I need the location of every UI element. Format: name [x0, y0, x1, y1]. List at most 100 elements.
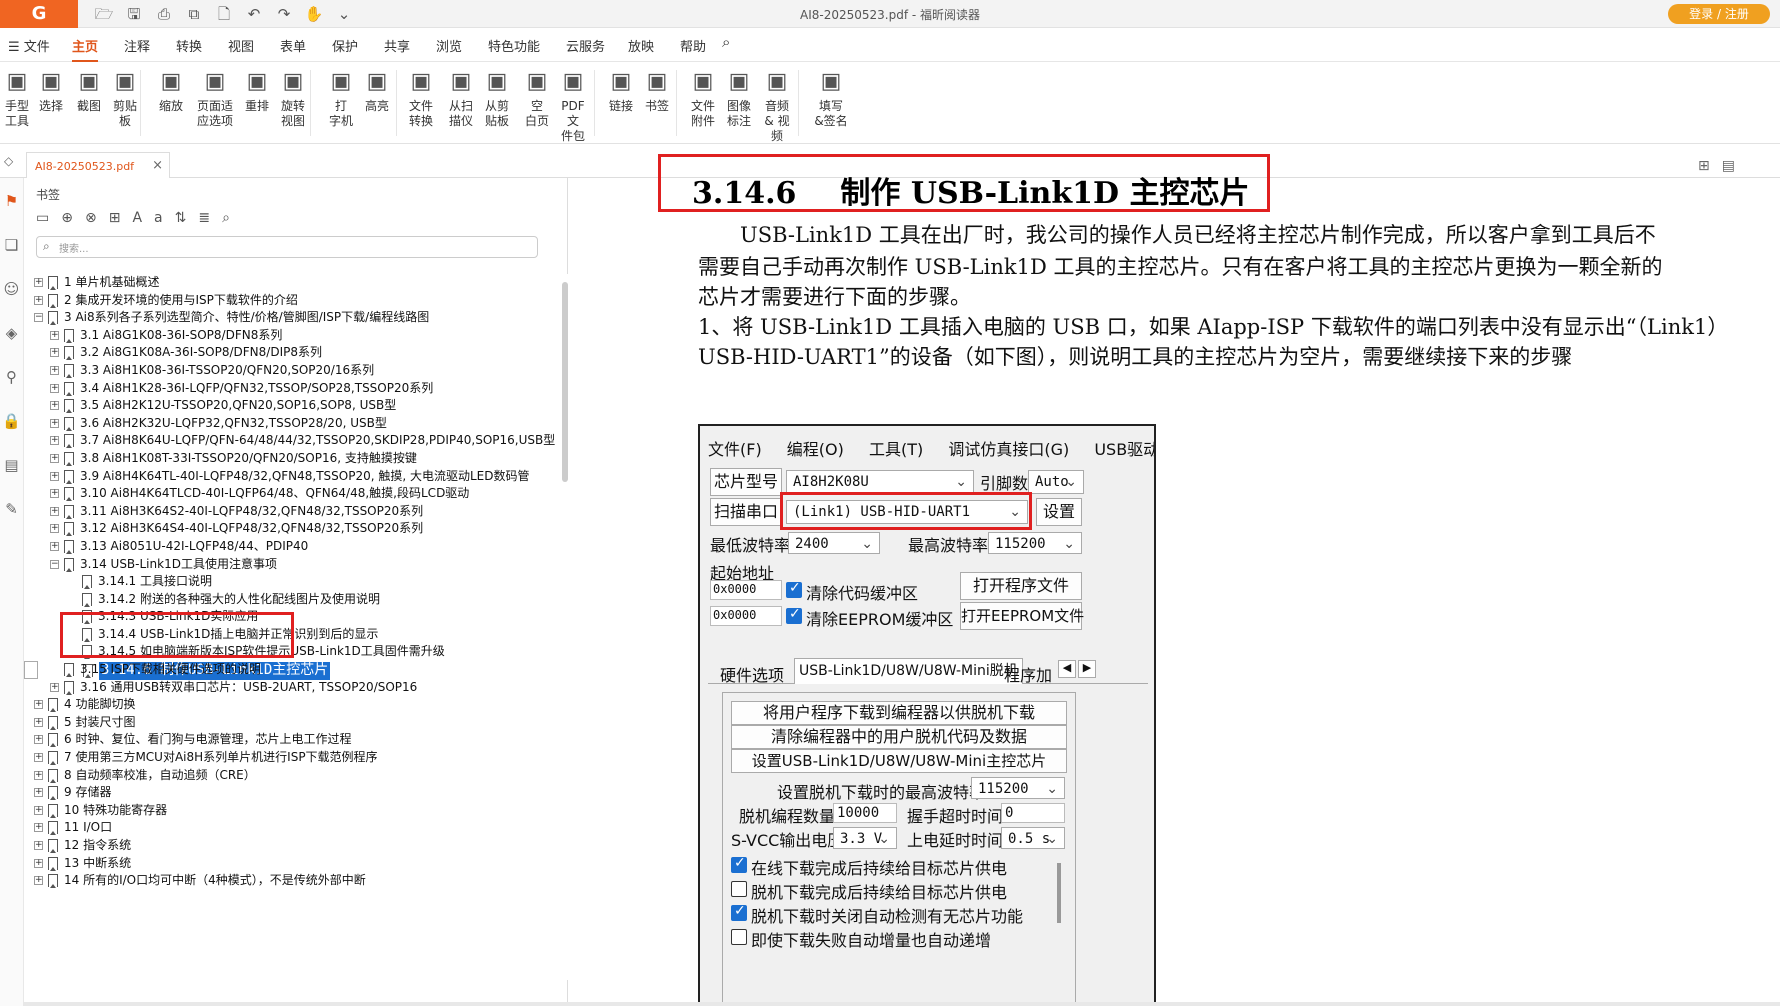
- security-panel-icon[interactable]: 🔒: [0, 412, 23, 442]
- bookmark-item[interactable]: +3.5 Ai8H2K12U-TSSOP20,QFN20,SOP16,SOP8,…: [24, 397, 544, 415]
- tab-cloud[interactable]: 云服务: [566, 36, 605, 55]
- expand-icon[interactable]: +: [50, 401, 59, 411]
- tab-view[interactable]: 视图: [228, 36, 254, 55]
- expand-icon[interactable]: +: [34, 295, 43, 305]
- bookmark-item[interactable]: +3.3 Ai8H1K08-36I-TSSOP20/QFN20,SOP20/16…: [24, 362, 544, 380]
- bookmark-item[interactable]: +8 自动频率校准，自动追频（CRE）: [24, 767, 544, 785]
- bookmark-item[interactable]: +3.1 Ai8G1K08-36I-SOP8/DFN8系列: [24, 327, 544, 345]
- file-menu[interactable]: ☰ 文件: [8, 36, 50, 55]
- ribbon-tool-13[interactable]: ▣ 空 白页: [520, 68, 554, 129]
- tab-comment[interactable]: 注释: [124, 36, 150, 55]
- bookmark-search-icon[interactable]: ⌕: [222, 210, 230, 226]
- tab-share[interactable]: 共享: [384, 36, 410, 55]
- ribbon-tool-1[interactable]: ▣ 选择: [34, 68, 68, 114]
- save-icon[interactable]: 🖫: [122, 4, 146, 24]
- tab-features[interactable]: 特色功能: [488, 36, 540, 55]
- open-icon[interactable]: 🗁: [92, 4, 116, 24]
- bookmark-item[interactable]: +3.7 Ai8H8K64U-LQFP/QFN-64/48/44/32,TSSO…: [24, 432, 555, 450]
- ribbon-tool-19[interactable]: ▣ 音频 & 视频: [760, 68, 794, 144]
- close-tab-icon[interactable]: ×: [152, 158, 163, 173]
- pages-panel-icon[interactable]: ❏: [0, 236, 23, 266]
- tab-home[interactable]: 主页: [72, 36, 99, 63]
- hand-tool-icon[interactable]: ✋: [302, 4, 326, 24]
- bookmark-move-icon[interactable]: ⇅: [175, 210, 187, 226]
- ribbon-tool-11[interactable]: ▣ 从扫 描仪: [444, 68, 478, 129]
- ribbon-tool-5[interactable]: ▣ 页面适 应选项: [190, 68, 240, 129]
- expand-icon[interactable]: +: [34, 841, 43, 850]
- copy-icon[interactable]: ⧉: [182, 4, 206, 24]
- bookmark-item[interactable]: +14 所有的I/O口均可中断（4种模式），不是传统外部中断: [24, 872, 544, 890]
- expand-icon[interactable]: +: [34, 858, 43, 868]
- expand-icon[interactable]: +: [34, 700, 43, 710]
- comments-panel-icon[interactable]: ☺: [0, 280, 23, 310]
- ribbon-tool-15[interactable]: ▣ 链接: [604, 68, 638, 114]
- search-icon[interactable]: ⌕: [722, 33, 730, 51]
- bookmark-item[interactable]: 3.14.1 工具接口说明: [24, 573, 544, 591]
- ribbon-tool-18[interactable]: ▣ 图像 标注: [722, 68, 756, 129]
- bookmark-item[interactable]: +13 中断系统: [24, 855, 544, 873]
- bookmark-item[interactable]: +11 I/O口: [24, 819, 544, 837]
- bookmark-panel-icon[interactable]: ⚑: [0, 192, 23, 222]
- expand-icon[interactable]: +: [50, 489, 59, 499]
- ribbon-tool-0[interactable]: ▣ 手型 工具: [0, 68, 34, 129]
- bookmark-item[interactable]: − 3 Ai8系列各子系列选型简介、特性/价格/管脚图/ISP下载/编程线路图: [24, 309, 544, 327]
- bookmark-item[interactable]: +4 功能脚切换: [24, 696, 544, 714]
- bookmark-item[interactable]: +2 集成开发环境的使用与ISP下载软件的介绍: [24, 292, 544, 310]
- delete-bookmark-icon[interactable]: ⊗: [85, 210, 97, 226]
- expand-bookmark-icon[interactable]: ⊞: [109, 210, 121, 226]
- expand-icon[interactable]: +: [34, 753, 43, 763]
- bookmark-item[interactable]: +3.8 Ai8H1K08T-33I-TSSOP20/QFN20/SOP16, …: [24, 450, 544, 468]
- bookmark-search-input[interactable]: ⌕ 搜索...: [36, 236, 538, 258]
- expand-icon[interactable]: +: [50, 524, 59, 534]
- ribbon-tool-10[interactable]: ▣ 文件 转换: [404, 68, 438, 129]
- add-bookmark-icon[interactable]: ⊕: [61, 210, 73, 226]
- expand-icon[interactable]: +: [34, 717, 43, 727]
- bookmark-item[interactable]: +3.11 Ai8H3K64S2-40I-LQFP48/32,QFN48/32,…: [24, 503, 544, 521]
- expand-icon[interactable]: +: [34, 735, 43, 745]
- ribbon-tool-8[interactable]: ▣ 打 字机: [324, 68, 358, 129]
- ribbon-tool-20[interactable]: ▣ 填写 &签名: [808, 68, 854, 129]
- bookmark-item[interactable]: +3.16 通用USB转双串口芯片：USB-2UART, TSSOP20/SOP…: [24, 679, 544, 697]
- expand-icon[interactable]: +: [50, 383, 59, 393]
- expand-icon[interactable]: +: [50, 348, 59, 358]
- expand-icon[interactable]: +: [34, 805, 43, 815]
- bookmark-item[interactable]: +3.12 Ai8H3K64S4-40I-LQFP48/32,QFN48/32,…: [24, 520, 544, 538]
- tab-form[interactable]: 表单: [280, 36, 306, 55]
- ribbon-tool-2[interactable]: ▣ 截图: [72, 68, 106, 114]
- tab-protect[interactable]: 保护: [332, 36, 358, 55]
- ribbon-tool-7[interactable]: ▣ 旋转 视图: [276, 68, 310, 129]
- expand-icon[interactable]: +: [50, 471, 59, 481]
- expand-icon[interactable]: +: [50, 541, 59, 551]
- expand-icon[interactable]: +: [34, 823, 43, 833]
- bookmark-item[interactable]: 3.14.2 附送的各种强大的人性化配线图片及使用说明: [24, 591, 544, 609]
- bookmark-item[interactable]: +3.2 Ai8G1K08A-36I-SOP8/DFN8/DIP8系列: [24, 344, 544, 362]
- ribbon-tool-16[interactable]: ▣ 书签: [640, 68, 674, 114]
- bookmark-item[interactable]: +12 指令系统: [24, 837, 544, 855]
- expand-icon[interactable]: +: [34, 770, 43, 780]
- ribbon-tool-6[interactable]: ▣ 重排: [240, 68, 274, 114]
- bookmark-item[interactable]: +6 时钟、复位、看门狗与电源管理，芯片上电工作过程: [24, 731, 544, 749]
- expand-icon[interactable]: +: [50, 418, 59, 428]
- bookmark-item[interactable]: +1 单片机基础概述: [24, 274, 544, 292]
- tab-help[interactable]: 帮助: [680, 36, 706, 55]
- ribbon-tool-17[interactable]: ▣ 文件 附件: [686, 68, 720, 129]
- redo-icon[interactable]: ↷: [272, 4, 296, 24]
- app-logo-icon[interactable]: G: [0, 0, 78, 28]
- expand-icon[interactable]: +: [50, 506, 59, 516]
- expand-icon[interactable]: +: [50, 436, 59, 446]
- new-page-icon[interactable]: 🗋: [212, 4, 236, 24]
- bookmark-item[interactable]: +9 存储器: [24, 784, 544, 802]
- document-tab[interactable]: AI8-20250523.pdf ×: [26, 152, 170, 178]
- bookmark-props-icon[interactable]: ≣: [198, 210, 210, 226]
- single-view-icon[interactable]: ▤: [1722, 158, 1735, 174]
- ribbon-tool-3[interactable]: ▣ 剪贴 板: [108, 68, 142, 129]
- bookmark-item[interactable]: 3.15 ISP下载相关硬件选项的说明: [24, 661, 544, 679]
- bookmark-item[interactable]: +10 特殊功能寄存器: [24, 802, 544, 820]
- font-size-down-icon[interactable]: a: [154, 210, 163, 226]
- collapse-icon[interactable]: −: [50, 559, 59, 569]
- bookmark-item[interactable]: +3.6 Ai8H2K32U-LQFP32,QFN32,TSSOP28/20, …: [24, 415, 544, 433]
- expand-icon[interactable]: +: [34, 876, 43, 886]
- bookmark-item[interactable]: +3.13 Ai8051U-42I-LQFP48/44、PDIP40: [24, 538, 544, 556]
- expand-icon[interactable]: +: [50, 453, 59, 463]
- eraser-icon[interactable]: ◇: [4, 154, 13, 168]
